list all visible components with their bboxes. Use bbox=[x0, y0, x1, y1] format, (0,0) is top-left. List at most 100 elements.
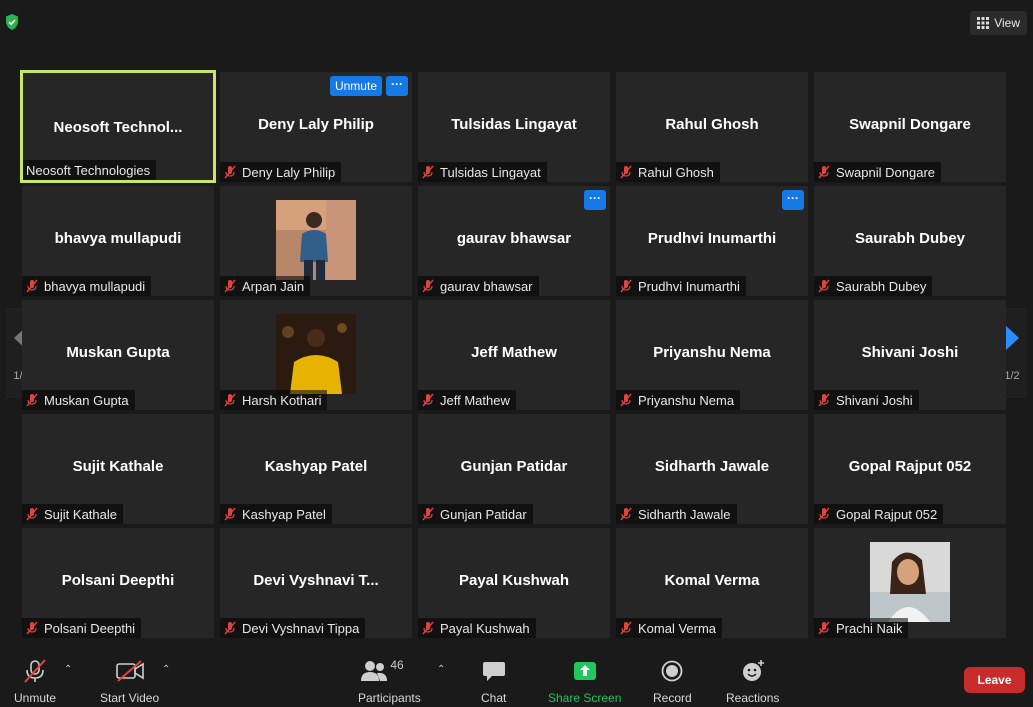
participant-tile[interactable]: Polsani Deepthi Polsani Deepthi bbox=[22, 528, 214, 638]
start-video-button[interactable]: Start Video bbox=[100, 656, 159, 705]
participant-name: Harsh Kothari bbox=[242, 392, 322, 408]
unmute-button[interactable]: Unmute bbox=[14, 656, 56, 705]
audio-options-caret-icon[interactable]: ⌃ bbox=[64, 664, 72, 675]
participant-tile[interactable]: Jeff Mathew Jeff Mathew bbox=[418, 300, 610, 410]
muted-mic-icon bbox=[26, 279, 38, 293]
reactions-button[interactable]: Reactions bbox=[726, 656, 779, 705]
participant-tile[interactable]: Kashyap Patel Kashyap Patel bbox=[220, 414, 412, 524]
chat-button[interactable]: Chat bbox=[481, 656, 506, 705]
muted-mic-icon bbox=[224, 279, 236, 293]
muted-mic-icon bbox=[818, 393, 830, 407]
participant-name-tag: Gopal Rajput 052 bbox=[814, 504, 944, 524]
participant-tile[interactable]: Rahul Ghosh Rahul Ghosh bbox=[616, 72, 808, 182]
participant-name: Payal Kushwah bbox=[440, 620, 530, 636]
participant-name: Prachi Naik bbox=[836, 620, 903, 636]
video-off-icon bbox=[115, 660, 144, 682]
reactions-label: Reactions bbox=[726, 691, 780, 705]
participants-button[interactable]: 46 Participants bbox=[358, 656, 421, 705]
participant-display-name: Jeff Mathew bbox=[471, 344, 557, 361]
participant-name-tag: Priyanshu Nema bbox=[616, 390, 741, 410]
participant-display-name: Tulsidas Lingayat bbox=[451, 116, 577, 133]
participant-display-name: Sidharth Jawale bbox=[654, 458, 770, 475]
participant-tile[interactable]: Unmute ··· Deny Laly Philip Deny Laly Ph… bbox=[220, 72, 412, 182]
participant-tile[interactable]: Priyanshu Nema Priyanshu Nema bbox=[616, 300, 808, 410]
video-options-caret-icon[interactable]: ⌃ bbox=[162, 664, 170, 675]
meeting-stage: View 1/2 1/2 Neosoft Technol... Neosoft … bbox=[0, 0, 1033, 652]
participant-name-tag: Rahul Ghosh bbox=[616, 162, 720, 182]
participant-tile[interactable]: Komal Verma Komal Verma bbox=[616, 528, 808, 638]
participant-name: Shivani Joshi bbox=[836, 392, 913, 408]
participant-tile[interactable]: Tulsidas Lingayat Tulsidas Lingayat bbox=[418, 72, 610, 182]
more-options-button[interactable]: ··· bbox=[782, 190, 804, 210]
participant-tile[interactable]: Devi Vyshnavi T... Devi Vyshnavi Tippa bbox=[220, 528, 412, 638]
muted-mic-icon bbox=[818, 621, 830, 635]
muted-mic-icon bbox=[26, 507, 38, 521]
more-options-button[interactable]: ··· bbox=[584, 190, 606, 210]
participant-name: Sidharth Jawale bbox=[638, 506, 731, 522]
participant-name-tag: Devi Vyshnavi Tippa bbox=[220, 618, 366, 638]
participant-name: Sujit Kathale bbox=[44, 506, 117, 522]
participant-name-tag: bhavya mullapudi bbox=[22, 276, 152, 296]
participant-tile[interactable]: bhavya mullapudi bhavya mullapudi bbox=[22, 186, 214, 296]
participant-tile[interactable]: Swapnil Dongare Swapnil Dongare bbox=[814, 72, 1006, 182]
muted-mic-icon bbox=[26, 621, 38, 635]
more-options-button[interactable]: ··· bbox=[386, 76, 408, 96]
participant-tile[interactable]: Muskan Gupta Muskan Gupta bbox=[22, 300, 214, 410]
security-shield-icon[interactable] bbox=[4, 13, 20, 31]
participant-name: Saurabh Dubey bbox=[836, 278, 927, 294]
participant-display-name: Swapnil Dongare bbox=[849, 116, 971, 133]
participant-tile[interactable]: Prachi Naik bbox=[814, 528, 1006, 638]
participant-name-tag: gaurav bhawsar bbox=[418, 276, 539, 296]
participant-tile[interactable]: Shivani Joshi Shivani Joshi bbox=[814, 300, 1006, 410]
profile-photo bbox=[870, 542, 950, 622]
participant-display-name: gaurav bhawsar bbox=[456, 230, 572, 247]
profile-photo bbox=[276, 314, 356, 394]
share-screen-label: Share Screen bbox=[548, 691, 622, 705]
muted-mic-icon bbox=[620, 165, 632, 179]
participants-options-caret-icon[interactable]: ⌃ bbox=[437, 664, 445, 675]
muted-mic-icon bbox=[224, 393, 236, 407]
participant-tile[interactable]: Sidharth Jawale Sidharth Jawale bbox=[616, 414, 808, 524]
participant-name-tag: Muskan Gupta bbox=[22, 390, 135, 410]
participant-tile[interactable]: Saurabh Dubey Saurabh Dubey bbox=[814, 186, 1006, 296]
participant-name: Jeff Mathew bbox=[440, 392, 510, 408]
muted-microphone-icon bbox=[24, 659, 46, 683]
participant-display-name: Payal Kushwah bbox=[458, 572, 570, 589]
participant-display-name: Polsani Deepthi bbox=[61, 572, 175, 589]
share-screen-icon bbox=[573, 662, 596, 680]
participant-name: Gunjan Patidar bbox=[440, 506, 527, 522]
participant-name: Arpan Jain bbox=[242, 278, 305, 294]
participant-display-name: Kashyap Patel bbox=[264, 458, 368, 475]
participant-tile[interactable]: Neosoft Technol... Neosoft Technologies bbox=[20, 70, 216, 183]
participant-name-tag: Swapnil Dongare bbox=[814, 162, 942, 182]
participant-tile[interactable]: Harsh Kothari bbox=[220, 300, 412, 410]
participant-tile[interactable]: ··· gaurav bhawsar gaurav bhawsar bbox=[418, 186, 610, 296]
muted-mic-icon bbox=[620, 621, 632, 635]
share-screen-button[interactable]: Share Screen bbox=[548, 656, 621, 705]
participant-tile[interactable]: ··· Prudhvi Inumarthi Prudhvi Inumarthi bbox=[616, 186, 808, 296]
participant-display-name: Muskan Gupta bbox=[66, 344, 170, 361]
view-button[interactable]: View bbox=[970, 11, 1027, 35]
participant-tile[interactable]: Gopal Rajput 052 Gopal Rajput 052 bbox=[814, 414, 1006, 524]
participant-display-name: Sujit Kathale bbox=[72, 458, 164, 475]
participant-name-tag: Prachi Naik bbox=[814, 618, 909, 638]
participant-tile[interactable]: Sujit Kathale Sujit Kathale bbox=[22, 414, 214, 524]
participants-icon bbox=[361, 661, 388, 681]
ask-to-unmute-button[interactable]: Unmute bbox=[329, 76, 382, 96]
participant-grid: Neosoft Technol... Neosoft Technologies … bbox=[20, 70, 1008, 640]
muted-mic-icon bbox=[620, 279, 632, 293]
muted-mic-icon bbox=[26, 393, 38, 407]
participant-name-tag: Prudhvi Inumarthi bbox=[616, 276, 746, 296]
record-icon bbox=[661, 660, 683, 682]
participant-name-tag: Arpan Jain bbox=[220, 276, 311, 296]
participant-tile[interactable]: Payal Kushwah Payal Kushwah bbox=[418, 528, 610, 638]
participant-name: Muskan Gupta bbox=[44, 392, 129, 408]
leave-meeting-button[interactable]: Leave bbox=[964, 667, 1025, 693]
muted-mic-icon bbox=[818, 165, 830, 179]
participant-name: Gopal Rajput 052 bbox=[836, 506, 938, 522]
participant-name-tag: Kashyap Patel bbox=[220, 504, 332, 524]
participant-name: Deny Laly Philip bbox=[242, 164, 336, 180]
participant-tile[interactable]: Arpan Jain bbox=[220, 186, 412, 296]
record-button[interactable]: Record bbox=[653, 656, 692, 705]
participant-tile[interactable]: Gunjan Patidar Gunjan Patidar bbox=[418, 414, 610, 524]
